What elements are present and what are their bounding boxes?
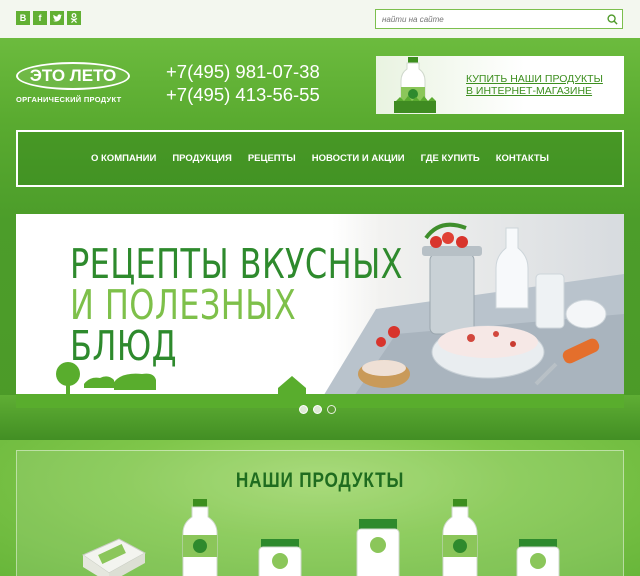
twitter-icon[interactable]	[50, 11, 64, 25]
search-box	[375, 9, 623, 29]
buy-online-banner[interactable]: КУПИТЬ НАШИ ПРОДУКТЫ В ИНТЕРНЕТ-МАГАЗИНЕ	[376, 56, 624, 114]
buy-online-link[interactable]: КУПИТЬ НАШИ ПРОДУКТЫ В ИНТЕРНЕТ-МАГАЗИНЕ	[466, 73, 603, 98]
buy-online-line1: КУПИТЬ НАШИ ПРОДУКТЫ	[466, 72, 603, 85]
search-icon[interactable]	[602, 10, 622, 28]
main-navigation: О КОМПАНИИ ПРОДУКЦИЯ РЕЦЕПТЫ НОВОСТИ И А…	[16, 130, 624, 187]
hero-banner[interactable]: РЕЦЕПТЫ ВКУСНЫХ И ПОЛЕЗНЫХ БЛЮД	[16, 214, 624, 408]
top-bar: В f	[0, 0, 640, 38]
nav-item-where-to-buy[interactable]: ГДЕ КУПИТЬ	[421, 153, 480, 164]
social-links: В f	[16, 11, 81, 25]
nav-item-about[interactable]: О КОМПАНИИ	[91, 153, 156, 164]
phone-numbers: +7(495) 981-07-38 +7(495) 413-56-55	[166, 60, 320, 106]
vk-icon[interactable]: В	[16, 11, 30, 25]
site-logo[interactable]: ЭТО ЛЕТО ОРГАНИЧЕСКИЙ ПРОДУКТ	[16, 62, 130, 104]
slider-dot-active[interactable]	[327, 405, 336, 414]
nav-item-recipes[interactable]: РЕЦЕПТЫ	[248, 153, 296, 164]
slider-dot[interactable]	[313, 405, 322, 414]
nav-item-contacts[interactable]: КОНТАКТЫ	[496, 153, 549, 164]
banner-line3: БЛЮД	[70, 322, 178, 370]
odnoklassniki-icon[interactable]	[67, 11, 81, 25]
products-title: НАШИ ПРОДУКТЫ	[235, 469, 405, 492]
facebook-icon[interactable]: f	[33, 11, 47, 25]
slider-dots	[299, 405, 336, 414]
banner-line1: РЕЦЕПТЫ ВКУСНЫХ	[70, 240, 403, 288]
milk-bottle-image	[394, 57, 436, 113]
product-cottage-cheese-pack[interactable]	[79, 533, 149, 576]
buy-online-line2: В ИНТЕРНЕТ-МАГАЗИНЕ	[466, 85, 593, 97]
logo-text: ЭТО ЛЕТО	[29, 66, 117, 85]
phone-number[interactable]: +7(495) 413-56-55	[166, 83, 320, 106]
product-kefir-bottle[interactable]	[437, 499, 483, 576]
phone-number[interactable]: +7(495) 981-07-38	[166, 60, 320, 83]
banner-line2: И ПОЛЕЗНЫХ	[70, 281, 297, 329]
products-section: НАШИ ПРОДУКТЫ	[16, 450, 624, 576]
product-milk-bottle[interactable]	[177, 499, 223, 576]
product-sour-cream-jar[interactable]	[515, 539, 561, 576]
banner-heading: РЕЦЕПТЫ ВКУСНЫХ И ПОЛЕЗНЫХ БЛЮД	[70, 244, 403, 367]
logo-mark: ЭТО ЛЕТО	[16, 62, 130, 90]
product-jar[interactable]	[257, 539, 303, 576]
nav-item-products[interactable]: ПРОДУКЦИЯ	[172, 153, 232, 164]
slider-dot[interactable]	[299, 405, 308, 414]
nav-item-news[interactable]: НОВОСТИ И АКЦИИ	[312, 153, 405, 164]
search-input[interactable]	[376, 10, 602, 28]
product-jar-large[interactable]	[355, 519, 401, 576]
logo-subtitle: ОРГАНИЧЕСКИЙ ПРОДУКТ	[16, 95, 122, 104]
